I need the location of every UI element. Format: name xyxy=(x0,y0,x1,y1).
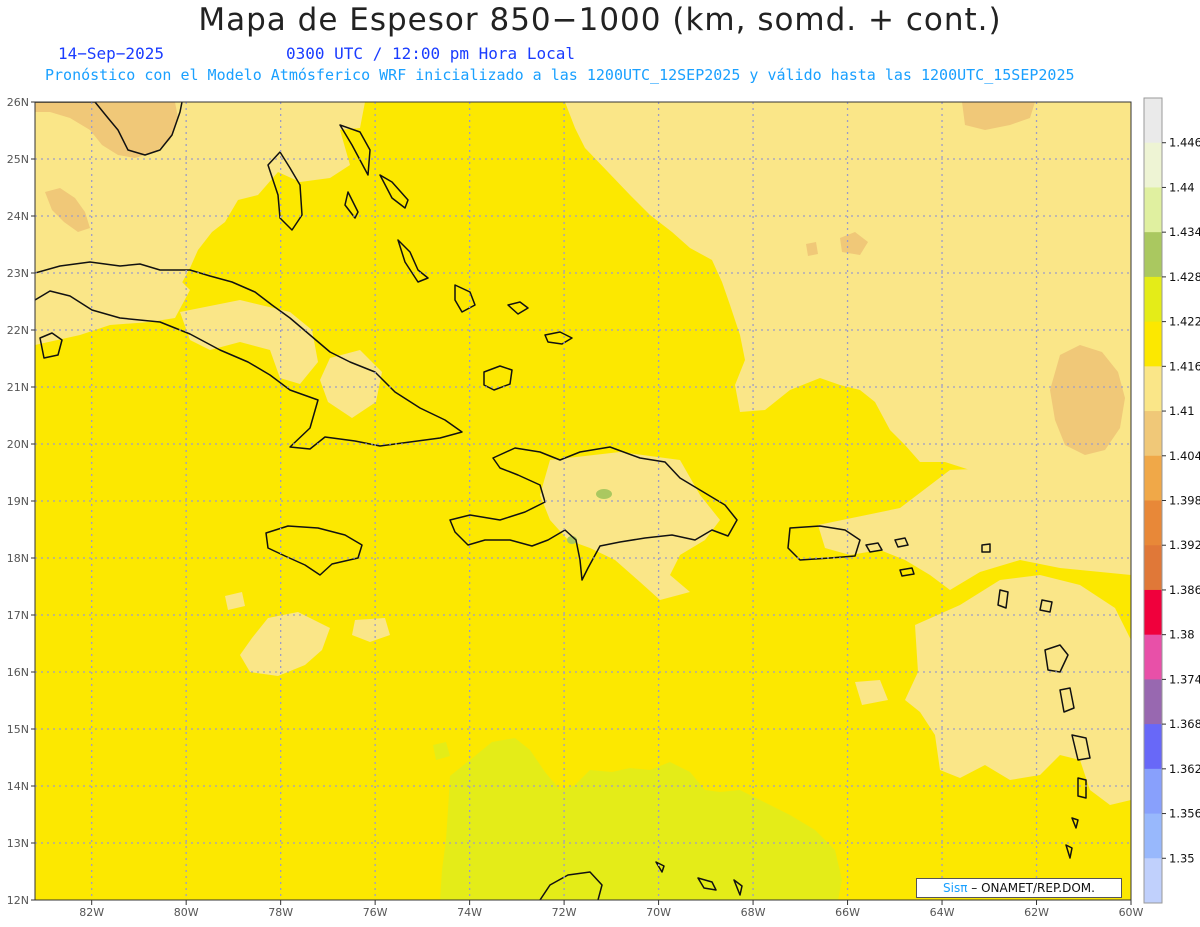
lat-label: 21N xyxy=(7,381,29,394)
lat-label: 25N xyxy=(7,153,29,166)
colorbar-swatch xyxy=(1144,858,1162,904)
colorbar-swatch xyxy=(1144,276,1162,323)
colorbar-label: 1.362 xyxy=(1169,762,1200,776)
forecast-date: 14−Sep−2025 xyxy=(58,44,164,63)
colorbar-swatch xyxy=(1144,768,1162,815)
colorbar-label: 1.446 xyxy=(1169,136,1200,150)
colorbar-label: 1.416 xyxy=(1169,359,1200,373)
latitude-labels: 26N 25N 24N 23N 22N 21N 20N 19N 18N 17N 16N 15N 14N 1… xyxy=(7,96,35,907)
colorbar-swatch xyxy=(1144,411,1162,457)
colorbar-swatch xyxy=(1144,455,1162,501)
colorbar-swatch xyxy=(1144,321,1162,367)
colorbar-label: 1.356 xyxy=(1169,807,1200,821)
colorbar-swatch xyxy=(1144,634,1162,680)
colorbar-swatch xyxy=(1144,366,1162,412)
colorbar-swatch xyxy=(1144,187,1162,233)
credit-text: – ONAMET/REP.DOM. xyxy=(967,881,1095,895)
model-info: Pronóstico con el Modelo Atmósferico WRF… xyxy=(45,66,1075,84)
lat-label: 16N xyxy=(7,666,29,679)
credit-brand: Sisπ xyxy=(943,881,968,895)
colorbar-label: 1.38 xyxy=(1169,628,1195,642)
forecast-time: 0300 UTC / 12:00 pm Hora Local xyxy=(286,44,575,63)
lon-label: 70W xyxy=(646,906,671,919)
colorbar-label: 1.404 xyxy=(1169,449,1200,463)
lon-label: 74W xyxy=(457,906,482,919)
colorbar-label: 1.434 xyxy=(1169,225,1200,239)
colorbar-swatch xyxy=(1144,142,1162,188)
lon-label: 80W xyxy=(174,906,199,919)
colorbar-swatch xyxy=(1144,232,1162,278)
colorbar-label: 1.386 xyxy=(1169,583,1200,597)
longitude-labels: 82W 80W 78W 76W 74W 72W 70W 68W 66W 64W 62W 60W xyxy=(79,900,1144,919)
lon-label: 78W xyxy=(268,906,293,919)
lon-label: 82W xyxy=(79,906,104,919)
colorbar-swatch xyxy=(1144,813,1162,859)
colorbar-label: 1.422 xyxy=(1169,315,1200,329)
colorbar-label: 1.398 xyxy=(1169,494,1200,508)
lon-label: 64W xyxy=(930,906,955,919)
lat-label: 24N xyxy=(7,210,29,223)
lon-label: 66W xyxy=(835,906,860,919)
lat-label: 13N xyxy=(7,837,29,850)
colorbar: 1.446 1.44 1.434 1.428 1.422 1.416 1.41 1.404 1.… xyxy=(1143,97,1200,904)
lat-label: 18N xyxy=(7,552,29,565)
lat-label: 23N xyxy=(7,267,29,280)
lat-label: 26N xyxy=(7,96,29,109)
colorbar-swatch xyxy=(1144,545,1162,591)
thickness-map: 82W 80W 78W 76W 74W 72W 70W 68W 66W 64W 62W 60W 26N… xyxy=(7,96,1200,919)
colorbar-label: 1.41 xyxy=(1169,404,1195,418)
lon-label: 76W xyxy=(363,906,388,919)
colorbar-swatch xyxy=(1144,724,1162,770)
colorbar-label: 1.368 xyxy=(1169,717,1200,731)
colorbar-label: 1.428 xyxy=(1169,270,1200,284)
colorbar-swatch xyxy=(1144,589,1162,636)
lat-label: 17N xyxy=(7,609,29,622)
colorbar-label: 1.374 xyxy=(1169,672,1200,686)
colorbar-swatch xyxy=(1144,500,1162,546)
lat-label: 19N xyxy=(7,495,29,508)
credit-box: Sisπ – ONAMET/REP.DOM. xyxy=(916,878,1122,898)
lon-label: 60W xyxy=(1119,906,1144,919)
colorbar-label: 1.35 xyxy=(1169,851,1195,865)
lat-label: 14N xyxy=(7,780,29,793)
lat-label: 15N xyxy=(7,723,29,736)
map-title: Mapa de Espesor 850−1000 (km, somd. + co… xyxy=(198,2,1002,38)
lat-label: 22N xyxy=(7,324,29,337)
colorbar-label: 1.392 xyxy=(1169,538,1200,552)
lat-label: 12N xyxy=(7,894,29,907)
lon-label: 62W xyxy=(1024,906,1049,919)
colorbar-swatch xyxy=(1144,98,1162,144)
lon-label: 68W xyxy=(741,906,766,919)
colorbar-label: 1.44 xyxy=(1169,180,1195,194)
lat-label: 20N xyxy=(7,438,29,451)
lon-label: 72W xyxy=(552,906,577,919)
colorbar-swatch xyxy=(1144,679,1162,725)
